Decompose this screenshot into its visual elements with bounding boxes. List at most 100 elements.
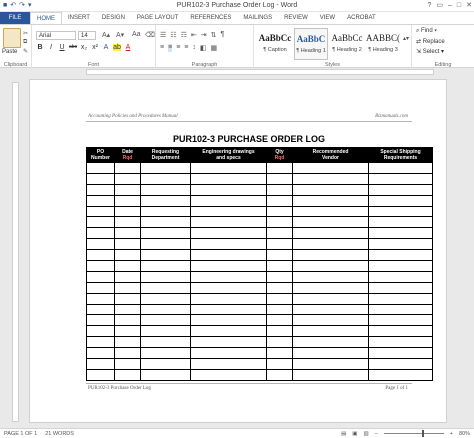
table-cell[interactable] [266, 368, 293, 381]
close-icon[interactable]: ✕ [466, 0, 472, 12]
table-cell[interactable] [86, 270, 115, 283]
table-cell[interactable] [368, 162, 433, 174]
numbering-icon[interactable]: ☷ [170, 31, 176, 39]
table-cell[interactable] [368, 336, 433, 349]
tab-review[interactable]: REVIEW [278, 12, 314, 24]
table-cell[interactable] [114, 238, 141, 251]
table-cell[interactable] [86, 314, 115, 327]
replace-button[interactable]: ⇄ Replace [416, 38, 445, 45]
table-cell[interactable] [86, 292, 115, 305]
table-cell[interactable] [140, 347, 191, 360]
table-cell[interactable] [140, 194, 191, 207]
table-cell[interactable] [368, 260, 433, 272]
sort-icon[interactable]: ⇅ [211, 31, 217, 39]
table-cell[interactable] [140, 314, 191, 327]
table-cell[interactable] [140, 281, 191, 294]
zoom-slider-thumb[interactable] [421, 430, 424, 437]
table-cell[interactable] [114, 183, 141, 196]
table-cell[interactable] [368, 358, 433, 370]
table-cell[interactable] [266, 238, 293, 251]
table-cell[interactable] [86, 336, 115, 349]
align-right-icon[interactable]: ≡ [176, 44, 180, 52]
table-cell[interactable] [292, 336, 369, 349]
table-cell[interactable] [190, 183, 267, 196]
table-cell[interactable] [292, 162, 369, 174]
table-cell[interactable] [190, 162, 267, 174]
zoom-in-icon[interactable]: + [450, 431, 453, 437]
table-cell[interactable] [190, 347, 267, 360]
table-cell[interactable] [292, 368, 369, 381]
table-cell[interactable] [86, 216, 115, 229]
help-icon[interactable]: ? [427, 0, 431, 12]
borders-icon[interactable]: ▦ [211, 44, 218, 52]
style-heading-1[interactable]: AaBbC ¶ Heading 1 [294, 28, 328, 60]
table-cell[interactable] [140, 303, 191, 316]
maximize-icon[interactable]: □ [457, 0, 461, 12]
font-size-box[interactable]: 14 [78, 31, 96, 40]
ribbon-display-icon[interactable]: ▭ [436, 0, 443, 12]
table-cell[interactable] [266, 336, 293, 349]
table-cell[interactable] [86, 162, 115, 174]
table-cell[interactable] [86, 238, 115, 251]
change-case-icon[interactable]: Aa [132, 31, 141, 38]
table-cell[interactable] [140, 162, 191, 174]
table-cell[interactable] [266, 325, 293, 338]
tab-page-layout[interactable]: PAGE LAYOUT [131, 12, 184, 24]
find-button[interactable]: ⌕ Find ▾ [416, 28, 437, 35]
tab-acrobat[interactable]: ACROBAT [341, 12, 382, 24]
table-cell[interactable] [292, 205, 369, 218]
table-cell[interactable] [114, 358, 141, 370]
decrease-indent-icon[interactable]: ⇤ [191, 31, 197, 39]
table-cell[interactable] [140, 205, 191, 218]
table-cell[interactable] [114, 325, 141, 338]
table-cell[interactable] [266, 260, 293, 272]
table-cell[interactable] [292, 227, 369, 240]
table-cell[interactable] [368, 227, 433, 240]
copy-icon[interactable]: ⧉ [23, 39, 27, 46]
pilcrow-icon[interactable]: ¶ [220, 31, 224, 39]
bullets-icon[interactable]: ☰ [160, 31, 166, 39]
table-cell[interactable] [190, 336, 267, 349]
table-cell[interactable] [266, 216, 293, 229]
style-heading-3[interactable]: AABBC( ¶ Heading 3 [366, 28, 400, 60]
table-cell[interactable] [190, 303, 267, 316]
table-cell[interactable] [114, 216, 141, 229]
italic-button[interactable]: I [47, 44, 55, 51]
table-cell[interactable] [86, 227, 115, 240]
justify-icon[interactable]: ≡ [184, 44, 188, 52]
table-cell[interactable] [266, 205, 293, 218]
highlight-button[interactable]: ab [113, 44, 121, 51]
table-cell[interactable] [114, 249, 141, 262]
table-cell[interactable] [114, 162, 141, 174]
table-cell[interactable] [266, 347, 293, 360]
table-cell[interactable] [190, 281, 267, 294]
paste-icon[interactable] [3, 28, 21, 48]
table-cell[interactable] [292, 303, 369, 316]
table-cell[interactable] [140, 238, 191, 251]
table-cell[interactable] [368, 347, 433, 360]
table-cell[interactable] [114, 270, 141, 283]
table-cell[interactable] [190, 238, 267, 251]
table-cell[interactable] [266, 270, 293, 283]
table-cell[interactable] [114, 314, 141, 327]
table-cell[interactable] [368, 281, 433, 294]
table-cell[interactable] [266, 227, 293, 240]
cut-icon[interactable]: ✂ [23, 30, 28, 37]
table-cell[interactable] [190, 314, 267, 327]
table-cell[interactable] [140, 216, 191, 229]
table-cell[interactable] [368, 172, 433, 185]
table-cell[interactable] [114, 205, 141, 218]
table-cell[interactable] [86, 303, 115, 316]
bold-button[interactable]: B [36, 44, 44, 51]
table-cell[interactable] [292, 358, 369, 370]
table-cell[interactable] [140, 270, 191, 283]
table-cell[interactable] [86, 281, 115, 294]
minimize-icon[interactable]: – [448, 0, 452, 12]
table-cell[interactable] [190, 325, 267, 338]
tab-file[interactable]: FILE [0, 12, 30, 24]
table-cell[interactable] [140, 336, 191, 349]
tab-view[interactable]: VIEW [314, 12, 341, 24]
line-spacing-icon[interactable]: ↕ [192, 44, 196, 52]
table-cell[interactable] [368, 314, 433, 327]
table-cell[interactable] [190, 194, 267, 207]
